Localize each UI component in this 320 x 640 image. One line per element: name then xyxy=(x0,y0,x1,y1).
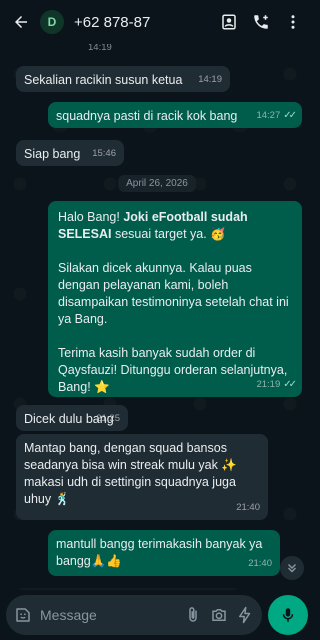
chat-area[interactable]: 14:19 Sekalian racikin susun ketua 14:19… xyxy=(0,44,314,590)
message-incoming[interactable]: Dicek dulu bang 21:25 xyxy=(16,405,128,431)
read-ticks-icon: ✓✓ xyxy=(283,379,297,390)
message-time: 14:27 ✓✓ xyxy=(256,107,297,124)
date-separator: April 26, 2026 xyxy=(118,175,196,192)
message-text: Halo Bang! Joki eFootball sudah SELESAI … xyxy=(58,210,289,394)
message-time: 14:19 xyxy=(198,74,222,85)
message-outgoing[interactable]: squadnya pasti di racik kok bang 14:27 ✓✓ xyxy=(48,102,302,128)
message-input-container[interactable]: Message xyxy=(6,595,262,635)
scroll-to-bottom-button[interactable] xyxy=(280,556,304,580)
back-arrow-icon[interactable] xyxy=(8,9,34,35)
message-outgoing[interactable]: Halo Bang! Joki eFootball sudah SELESAI … xyxy=(48,201,302,397)
message-time: 21:25 xyxy=(96,413,120,424)
attach-icon[interactable] xyxy=(184,606,202,624)
message-incoming[interactable]: Mantap bang, dengan squad bansos seadany… xyxy=(16,434,268,520)
contact-name[interactable]: +62 878-87 xyxy=(74,14,216,31)
message-time: 15:46 xyxy=(92,148,116,159)
message-text: Mantap bang, dengan squad bansos seadany… xyxy=(24,441,241,506)
message-outgoing[interactable]: mantull bangg terimakasih banyak ya bang… xyxy=(48,530,280,576)
chat-header: D +62 878-87 xyxy=(0,0,314,44)
composer: Message xyxy=(0,590,314,640)
message-time: 21:40 xyxy=(248,558,272,569)
message-incoming[interactable]: Sekalian racikin susun ketua 14:19 xyxy=(16,66,230,92)
voice-message-button[interactable] xyxy=(268,595,308,635)
message-time: 21:19 ✓✓ xyxy=(256,376,297,393)
microphone-icon xyxy=(282,608,294,622)
payment-bolt-icon[interactable] xyxy=(236,606,254,624)
more-options-icon[interactable] xyxy=(280,9,306,35)
message-time: 21:40 xyxy=(236,502,260,513)
double-chevron-down-icon xyxy=(287,563,297,573)
message-input[interactable]: Message xyxy=(40,607,176,623)
add-call-icon[interactable] xyxy=(248,9,274,35)
sticker-icon[interactable] xyxy=(14,606,32,624)
partial-message-time: 14:19 xyxy=(88,44,112,53)
camera-icon[interactable] xyxy=(210,606,228,624)
message-text: mantull bangg terimakasih banyak ya bang… xyxy=(56,537,266,568)
contact-card-icon[interactable] xyxy=(216,9,242,35)
message-text: Sekalian racikin susun ketua xyxy=(24,73,183,87)
avatar[interactable]: D xyxy=(40,10,64,34)
message-incoming[interactable]: Siap bang 15:46 xyxy=(16,140,124,166)
read-ticks-icon: ✓✓ xyxy=(283,110,297,121)
